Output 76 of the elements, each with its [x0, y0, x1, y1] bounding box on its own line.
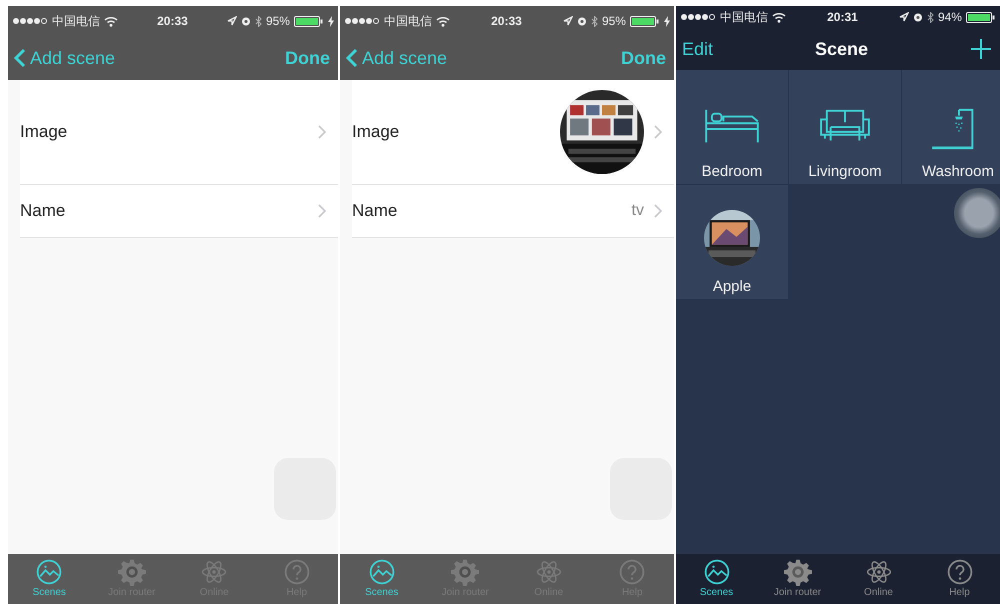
row-value: tv: [632, 202, 644, 220]
form-row[interactable]: Name: [20, 185, 338, 238]
help-icon: [946, 558, 974, 586]
wifi-icon: [436, 16, 450, 26]
row-label: Name: [20, 201, 66, 221]
tab-item[interactable]: Online: [844, 558, 914, 598]
tile-label: Apple: [712, 278, 752, 295]
wifi-icon: [104, 16, 118, 26]
tile-label: Washroom: [922, 163, 994, 180]
tile-label: Bedroom: [702, 163, 762, 180]
carrier-name: 中国电信: [384, 12, 432, 30]
bluetooth-icon: [926, 12, 934, 22]
status-time: 20:33: [491, 14, 522, 28]
done-button[interactable]: Done: [621, 48, 666, 68]
status-time: 20:33: [157, 14, 188, 28]
screen-title: Scene: [814, 38, 868, 60]
tile-label: Livingroom: [808, 163, 882, 180]
battery-percentage: 94%: [938, 10, 962, 24]
chevron-icon: [654, 204, 662, 218]
scenes-icon: [368, 558, 396, 586]
tab-item[interactable]: Scenes: [14, 558, 84, 598]
settings-icon: [118, 558, 146, 586]
chevron-icon: [318, 204, 326, 218]
back-icon: [14, 48, 26, 68]
atom-icon: [200, 558, 228, 586]
bluetooth-icon: [254, 16, 262, 26]
scene-tile[interactable]: Apple: [676, 185, 788, 299]
row-label: Image: [352, 122, 400, 142]
assistive-touch-button[interactable]: [954, 188, 1000, 238]
alarm-icon: [576, 16, 587, 26]
battery-percentage: 95%: [602, 14, 626, 28]
scenes-icon: [702, 558, 730, 586]
settings-icon: [451, 558, 480, 586]
battery-icon: [966, 12, 996, 22]
back-button[interactable]: Add scene: [14, 48, 116, 68]
battery-icon: [630, 16, 660, 26]
location-icon: [562, 16, 573, 26]
battery-icon: [294, 16, 324, 26]
signal-icon: [680, 13, 716, 21]
scene-tile[interactable]: Bedroom: [676, 70, 788, 184]
back-icon: [346, 48, 358, 68]
edit-button[interactable]: Edit: [682, 38, 714, 60]
chevron-icon: [654, 125, 662, 139]
scene-tile[interactable]: Livingroom: [789, 70, 901, 184]
tab-item[interactable]: Scenes: [682, 558, 752, 598]
settings-icon: [784, 558, 812, 586]
alarm-icon: [240, 16, 251, 26]
tab-item[interactable]: Scenes: [346, 558, 417, 598]
back-button[interactable]: Add scene: [346, 48, 448, 68]
row-label: Name: [352, 201, 398, 221]
location-icon: [226, 16, 237, 26]
carrier-name: 中国电信: [720, 8, 768, 26]
battery-percentage: 95%: [266, 14, 290, 28]
tab-item[interactable]: Join router: [762, 558, 832, 598]
bluetooth-icon: [590, 16, 598, 26]
help-icon: [282, 558, 311, 586]
scenes-icon: [35, 558, 64, 586]
location-icon: [898, 12, 909, 22]
wifi-icon: [772, 12, 786, 22]
carrier-name: 中国电信: [52, 12, 100, 30]
form-row[interactable]: Name tv: [352, 185, 674, 238]
form-row[interactable]: Image: [352, 80, 674, 185]
atom-icon: [534, 558, 563, 586]
form-row[interactable]: Image: [20, 80, 338, 185]
row-label: Image: [20, 122, 68, 142]
done-button[interactable]: Done: [285, 48, 330, 68]
chevron-icon: [318, 125, 326, 139]
signal-icon: [12, 17, 48, 25]
atom-icon: [864, 558, 892, 586]
status-time: 20:31: [827, 10, 858, 24]
tab-item[interactable]: Help: [924, 558, 994, 598]
signal-icon: [344, 17, 380, 25]
scene-tile[interactable]: Washroom: [902, 70, 1000, 184]
add-icon[interactable]: [970, 38, 992, 60]
alarm-icon: [912, 12, 923, 22]
help-icon: [618, 558, 646, 586]
